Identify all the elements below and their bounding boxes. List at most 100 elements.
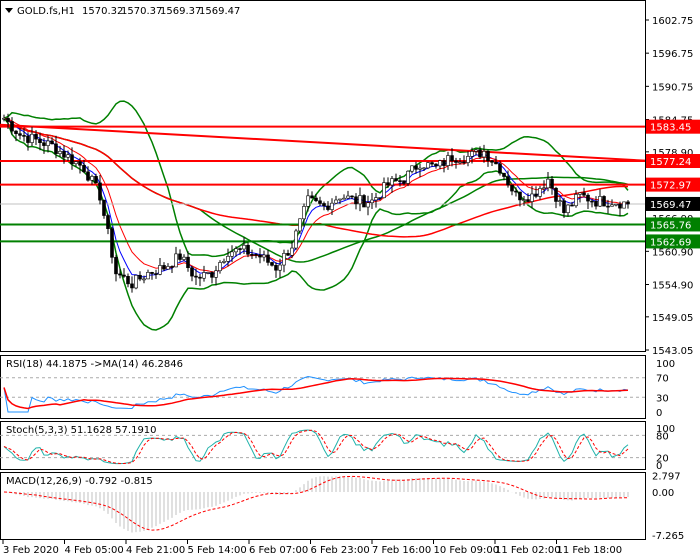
macd-tick-label: 0.00 (652, 488, 674, 499)
candle-body (258, 254, 262, 258)
candle-body (438, 160, 442, 167)
chart-window[interactable]: 1602.751596.751590.751584.751578.901572.… (0, 0, 700, 560)
collapse-triangle-icon[interactable] (5, 8, 13, 13)
candle-body (158, 265, 162, 275)
candle-body (298, 218, 302, 232)
candle-body (598, 196, 602, 207)
rsi-tick-label: 100 (656, 359, 675, 370)
candle-body (506, 176, 510, 186)
candle-body (618, 203, 622, 209)
candle-body (482, 151, 486, 158)
time-tick-label: 6 Feb 07:00 (249, 545, 308, 556)
candle-body (434, 163, 438, 167)
candle-body (446, 155, 450, 166)
candle-body (222, 260, 226, 263)
candle-body (546, 178, 550, 189)
candle-body (414, 165, 418, 170)
candle-body (294, 230, 298, 249)
candle-body (22, 135, 26, 137)
time-tick-label: 7 Feb 16:00 (372, 545, 431, 556)
candle-body (2, 117, 6, 120)
candle-body (246, 244, 250, 255)
candle-body (582, 192, 586, 196)
candle-body (358, 195, 362, 205)
candle-body (94, 176, 98, 184)
candle-body (90, 176, 94, 181)
candle-body (382, 182, 386, 199)
candle-body (426, 162, 430, 169)
candle-body (122, 274, 126, 277)
candle-body (514, 190, 518, 193)
candle-body (170, 266, 174, 268)
candle-body (118, 273, 122, 276)
candle-body (162, 265, 166, 270)
candle-body (406, 170, 410, 184)
candle-body (218, 262, 222, 272)
candle-body (138, 274, 142, 280)
candle-body (422, 167, 426, 170)
level-label: 1569.47 (650, 200, 691, 211)
candle-body (114, 257, 118, 275)
candle-body (622, 201, 626, 209)
rsi-line (3, 375, 629, 413)
candle-body (394, 178, 398, 181)
candle-body (338, 198, 342, 201)
level-label: 1572.97 (650, 181, 691, 192)
candle-body (470, 151, 474, 157)
candle-body (142, 278, 146, 281)
candle-body (62, 150, 66, 158)
candle-body (70, 154, 74, 165)
candle-body (18, 133, 22, 136)
candle-body (202, 272, 206, 279)
candle-body (74, 161, 78, 165)
candle-body (14, 130, 18, 134)
candle-body (562, 200, 566, 213)
candle-body (302, 206, 306, 220)
time-tick-label: 11 Feb 18:00 (557, 545, 623, 556)
candle-body (398, 180, 402, 182)
candle-body (214, 270, 218, 278)
candle-body (610, 204, 614, 207)
candle-body (254, 253, 258, 256)
time-tick-label: 4 Feb 21:00 (126, 545, 185, 556)
candle-body (242, 244, 246, 250)
candle-body (474, 149, 478, 152)
candle-body (510, 184, 514, 192)
candle-body (466, 156, 470, 163)
time-tick-label: 3 Feb 2020 (3, 545, 59, 556)
candle-body (578, 192, 582, 195)
candle-body (322, 203, 326, 207)
candle-body (174, 253, 178, 268)
time-tick-label: 5 Feb 14:00 (188, 545, 247, 556)
price-tick-label: 1596.75 (652, 49, 693, 60)
candle-body (262, 254, 266, 258)
candle-body (418, 167, 422, 170)
candle-body (110, 228, 114, 258)
candle-body (310, 195, 314, 199)
macd-tick-label: -7.265 (652, 531, 684, 542)
candle-body (98, 182, 102, 201)
stoch-tick-label: 80 (656, 431, 669, 442)
price-tick-label: 1590.75 (652, 82, 693, 93)
candle-body (274, 265, 278, 271)
candle-body (390, 178, 394, 186)
candle-body (362, 195, 366, 208)
time-tick-label: 11 Feb 02:00 (495, 545, 561, 556)
price-tick-label: 1549.05 (652, 313, 693, 324)
candle-body (522, 199, 526, 201)
candle-body (554, 187, 558, 202)
candle-body (386, 182, 390, 186)
level-label: 1562.69 (650, 237, 691, 248)
candle-body (6, 117, 10, 122)
candle-body (154, 273, 158, 275)
candle-body (226, 255, 230, 262)
chart-canvas[interactable]: 1602.751596.751590.751584.751578.901572.… (0, 0, 700, 560)
candle-body (306, 195, 310, 207)
candle-body (26, 135, 30, 143)
candle-body (130, 283, 134, 289)
candle-body (378, 197, 382, 199)
candle-body (134, 274, 138, 289)
stoch-label: Stoch(5,3,3) 51.1628 57.1910 (6, 425, 157, 436)
candle-body (190, 267, 194, 277)
macd-label: MACD(12,26,9) -0.792 -0.815 (6, 476, 153, 487)
